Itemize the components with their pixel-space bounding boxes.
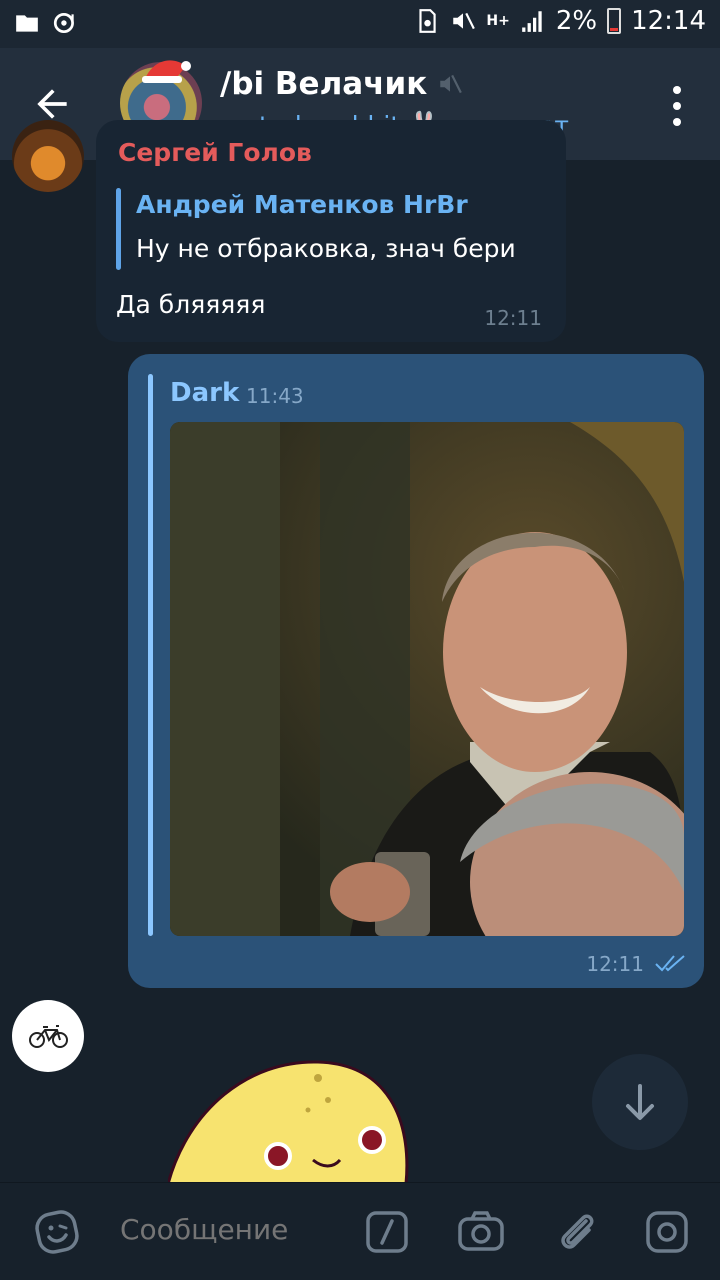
sender-name[interactable]: Сергей Голов [118,138,312,167]
bot-avatar[interactable] [12,1000,84,1072]
forwarded-time: 11:43 [246,384,304,408]
clock: 12:14 [631,6,706,36]
battery-icon [607,8,622,34]
potato-sticker [168,1060,409,1184]
sender-avatar[interactable] [12,120,84,192]
bicycle-icon [29,1025,68,1048]
emoji-sticker-icon[interactable] [32,1207,82,1257]
arrow-down-icon [626,1084,654,1120]
muted-speaker-icon [440,74,463,94]
sim-icon [419,9,437,33]
network-type: H+ [486,13,510,29]
reply-bar [116,188,121,270]
double-check-icon [655,955,685,972]
mute-icon [453,12,476,30]
santa-hat-icon [142,60,191,83]
reply-text[interactable]: Ну не отбраковка, знач бери [136,234,516,263]
status-right: H+ 2% 12:14 [414,6,706,36]
message-time: 12:11 [484,306,542,330]
more-menu-icon[interactable] [670,86,684,126]
input-bar [0,1182,720,1280]
bot-command-icon[interactable] [362,1207,412,1257]
signal-icon [521,11,542,32]
scroll-down-button[interactable] [592,1054,688,1150]
status-left [14,10,78,36]
chat-title: /bi Велачик [220,66,428,102]
folder-icon [16,15,38,32]
forwarded-from[interactable]: Dark [170,378,239,408]
status-bar: H+ 2% 12:14 [0,0,720,48]
forward-bar [148,374,153,936]
message-text: Да бляяяяя [116,290,266,319]
incoming-message[interactable]: Сергей Голов Андрей Матенков HrBr Ну не … [96,120,566,342]
photo-image [170,422,684,936]
reply-author[interactable]: Андрей Матенков HrBr [136,190,468,219]
chat-screen: H+ 2% 12:14 /bi Велачик turborabbit 🐰 пе… [0,0,720,1280]
message-time: 12:11 [586,952,644,976]
chat-title-row: /bi Велачик [220,66,569,102]
camera-icon[interactable] [456,1207,506,1257]
battery-percent: 2% [555,6,598,36]
disk-icon [53,12,74,34]
message-input[interactable] [120,1213,340,1246]
outgoing-message[interactable]: Dark 11:43 12:11 [128,354,704,988]
instagram-camera-icon[interactable] [642,1207,692,1257]
photo[interactable] [170,422,684,936]
attach-icon[interactable] [552,1207,602,1257]
sticker[interactable] [168,1060,412,1184]
